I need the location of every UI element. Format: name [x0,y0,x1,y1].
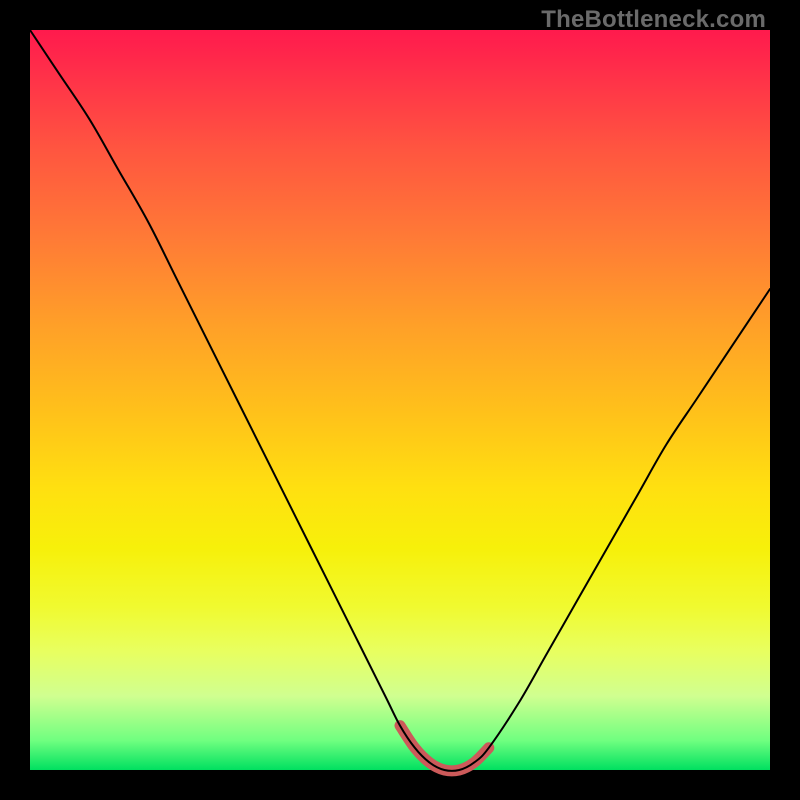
chart-frame: TheBottleneck.com [0,0,800,800]
highlight-segment [400,726,489,771]
plot-area [30,30,770,770]
bottleneck-curve [30,30,770,771]
curve-svg [30,30,770,770]
